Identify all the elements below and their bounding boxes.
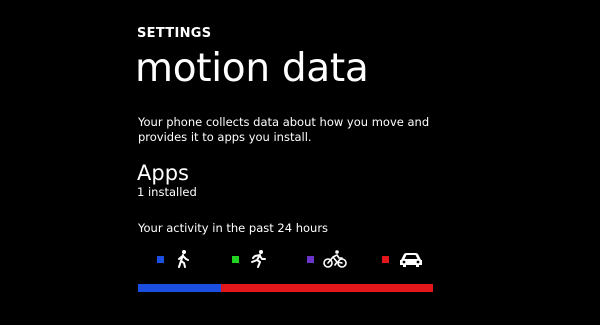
legend-swatch-running — [232, 255, 239, 263]
walking-icon — [173, 249, 193, 269]
legend-swatch-walking — [157, 255, 164, 263]
description-text: Your phone collects data about how you m… — [138, 115, 430, 144]
running-icon — [248, 249, 268, 269]
legend-item-running — [232, 248, 268, 270]
motion-data-screen: SETTINGS motion data Your phone collects… — [0, 0, 600, 325]
legend-swatch-car — [382, 255, 389, 263]
activity-heading: Your activity in the past 24 hours — [138, 221, 329, 235]
legend-swatch-cycling — [307, 255, 314, 263]
apps-title: Apps — [137, 161, 189, 185]
activity-breakdown-bar — [138, 284, 433, 292]
cycling-icon — [323, 249, 347, 269]
legend-item-car — [382, 248, 424, 270]
apps-installed-count: 1 installed — [137, 185, 197, 199]
section-label: SETTINGS — [137, 26, 212, 41]
legend-item-walking — [157, 248, 193, 270]
page-title: motion data — [135, 46, 369, 91]
activity-bar-segment-driving — [220, 284, 433, 292]
apps-link[interactable]: Apps 1 installed — [137, 160, 197, 199]
activity-bar-segment-walking — [138, 284, 221, 292]
car-icon — [398, 249, 424, 269]
legend-item-cycling — [307, 248, 347, 270]
